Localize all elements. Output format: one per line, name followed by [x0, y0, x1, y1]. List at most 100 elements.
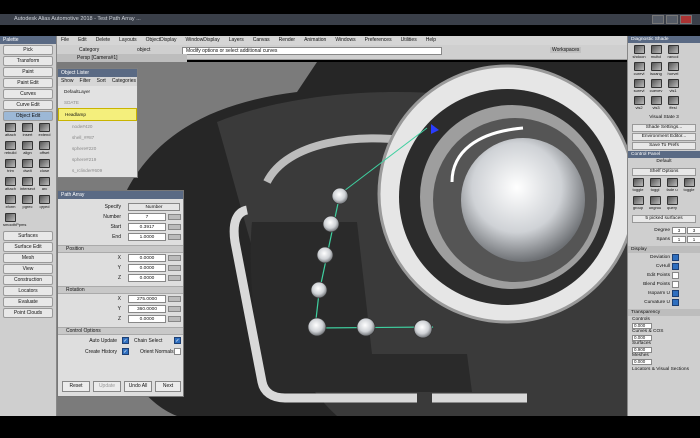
tool-trim-icon[interactable]: trim	[3, 159, 18, 175]
menu-help[interactable]: Help	[426, 36, 436, 45]
palette-pick-button[interactable]: Pick	[3, 45, 53, 55]
number-field[interactable]: 7	[128, 213, 166, 221]
lister-item[interactable]: DefaultLayer	[58, 86, 137, 97]
tool-close-icon[interactable]: close	[37, 159, 52, 175]
tool-qryed-icon[interactable]: qryed	[37, 195, 52, 211]
end-field[interactable]: 1.0000	[128, 233, 166, 241]
tool-align-icon[interactable]: align	[20, 141, 35, 157]
lister-item[interactable]: shell_##87	[58, 132, 137, 143]
display-edit-points-checkbox[interactable]	[672, 272, 679, 279]
palette-paint-button[interactable]: Paint	[3, 67, 53, 77]
start-slider[interactable]	[168, 224, 181, 230]
close-icon[interactable]	[680, 15, 692, 24]
tool-offset-icon[interactable]: offset	[37, 141, 52, 157]
spans-v-field[interactable]: 1	[687, 236, 700, 243]
palette-point-clouds-button[interactable]: Point Clouds	[3, 308, 53, 318]
next-button[interactable]: Next	[155, 381, 181, 392]
menu-canvas[interactable]: Canvas	[253, 36, 270, 45]
ffesl-icon[interactable]: ffesl	[665, 96, 681, 112]
shelf-ungrou-icon[interactable]: ungrou	[647, 196, 663, 212]
vis3-icon[interactable]: vis3	[648, 96, 664, 112]
palette-curves-button[interactable]: Curves	[3, 89, 53, 99]
position-section[interactable]: Position	[58, 245, 183, 253]
cuevev-icon[interactable]: cuevev	[648, 79, 664, 95]
palette-view-button[interactable]: View	[3, 264, 53, 274]
position-y-field[interactable]: 0.0000	[128, 264, 166, 272]
shade-settings-button[interactable]: Shade Settings...	[632, 124, 696, 132]
tool-arc-icon[interactable]: arc	[37, 177, 52, 193]
vis2-icon[interactable]: vis2	[631, 96, 647, 112]
tool-rebuild-icon[interactable]: rebuild	[3, 141, 18, 157]
meshes-field[interactable]: 0.000	[632, 359, 652, 365]
position-x-slider[interactable]	[168, 255, 181, 261]
create-history-checkbox[interactable]: ✓	[122, 348, 129, 355]
menu-utilities[interactable]: Utilities	[401, 36, 417, 45]
end-slider[interactable]	[168, 234, 181, 240]
menu-windowdisplay[interactable]: WindowDisplay	[186, 36, 220, 45]
shelf-fade-u-icon[interactable]: fade u	[664, 178, 680, 194]
horvel-icon[interactable]: horvel	[665, 62, 681, 78]
palette-object-edit-button[interactable]: Object Edit	[3, 111, 53, 121]
tool-intersect-icon[interactable]: intersect	[20, 177, 35, 193]
rotation-y-field[interactable]: 360.0000	[128, 305, 166, 313]
display-section[interactable]: Display	[628, 246, 700, 253]
rotation-x-field[interactable]: 275.0000	[128, 295, 166, 303]
spans-u-field[interactable]: 1	[672, 236, 686, 243]
menu-animation[interactable]: Animation	[304, 36, 326, 45]
menu-windows[interactable]: Windows	[335, 36, 355, 45]
specify-dropdown[interactable]: Number	[128, 203, 180, 211]
lister-tab-show[interactable]: Show	[61, 78, 74, 85]
shelf-toggle-icon[interactable]: toggle	[630, 178, 646, 194]
palette-surfaces-button[interactable]: Surfaces	[3, 231, 53, 241]
rancol-icon[interactable]: rancol	[665, 45, 681, 61]
save-to-prefs-button[interactable]: Save To Prefs	[632, 142, 696, 150]
palette-surface-edit-button[interactable]: Surface Edit	[3, 242, 53, 252]
minimize-icon[interactable]	[652, 15, 664, 24]
degree-u-field[interactable]: 3	[672, 227, 686, 234]
number-slider[interactable]	[168, 214, 181, 220]
start-field[interactable]: 0.3917	[128, 223, 166, 231]
shelf-toggl-icon[interactable]: toggl	[647, 178, 663, 194]
tool-xform-icon[interactable]: xform	[3, 195, 18, 211]
tool-smoothppms-icon[interactable]: smoothPpms	[3, 213, 26, 229]
shelf-group-icon[interactable]: group	[630, 196, 646, 212]
menu-render[interactable]: Render	[279, 36, 295, 45]
rotation-section[interactable]: Rotation	[58, 286, 183, 294]
shelf-toggle-icon[interactable]: toggle	[681, 178, 697, 194]
auto-update-checkbox[interactable]: ✓	[122, 337, 129, 344]
curevl-icon[interactable]: curevl	[631, 62, 647, 78]
lister-tab-filter[interactable]: Filter	[80, 78, 91, 85]
maximize-icon[interactable]	[666, 15, 678, 24]
menu-delete[interactable]: Delete	[96, 36, 110, 45]
surevl-icon[interactable]: surevl	[631, 79, 647, 95]
reset-button[interactable]: Reset	[62, 381, 90, 392]
palette-transform-button[interactable]: Transform	[3, 56, 53, 66]
lister-item[interactable]: node#420	[58, 121, 137, 132]
menu-edit[interactable]: Edit	[78, 36, 87, 45]
category-dropdown[interactable]: object	[137, 47, 150, 53]
orient-normals-checkbox[interactable]	[174, 348, 181, 355]
tool-extend-icon[interactable]: extend	[37, 123, 52, 139]
control-options-section[interactable]: Control Options	[58, 327, 183, 335]
update-button[interactable]: Update	[93, 381, 121, 392]
chain-select-checkbox[interactable]: ✓	[174, 337, 181, 344]
display-deviation-checkbox[interactable]	[672, 254, 679, 261]
isoang-icon[interactable]: isoang	[648, 62, 664, 78]
lister-tab-categories[interactable]: Categories	[112, 78, 136, 85]
palette-evaluate-button[interactable]: Evaluate	[3, 297, 53, 307]
tool-insert-icon[interactable]: insert	[20, 123, 35, 139]
palette-curve-edit-button[interactable]: Curve Edit	[3, 100, 53, 110]
display-isoparm-u-checkbox[interactable]	[672, 290, 679, 297]
rotation-x-slider[interactable]	[168, 296, 181, 302]
degree-v-field[interactable]: 3	[687, 227, 700, 234]
lister-item[interactable]: sphere#220	[58, 143, 137, 154]
palette-locators-button[interactable]: Locators	[3, 286, 53, 296]
position-z-slider[interactable]	[168, 275, 181, 281]
tool-pgrec-icon[interactable]: pgrec	[20, 195, 35, 211]
lister-item[interactable]: Headlamp	[58, 108, 137, 121]
rotation-z-field[interactable]: 0.0000	[128, 315, 166, 323]
vis1-icon[interactable]: vis1	[665, 79, 681, 95]
position-z-field[interactable]: 0.0000	[128, 274, 166, 282]
lister-item[interactable]: s_rclinder#609	[58, 165, 137, 176]
display-curvature-u-checkbox[interactable]	[672, 299, 679, 306]
